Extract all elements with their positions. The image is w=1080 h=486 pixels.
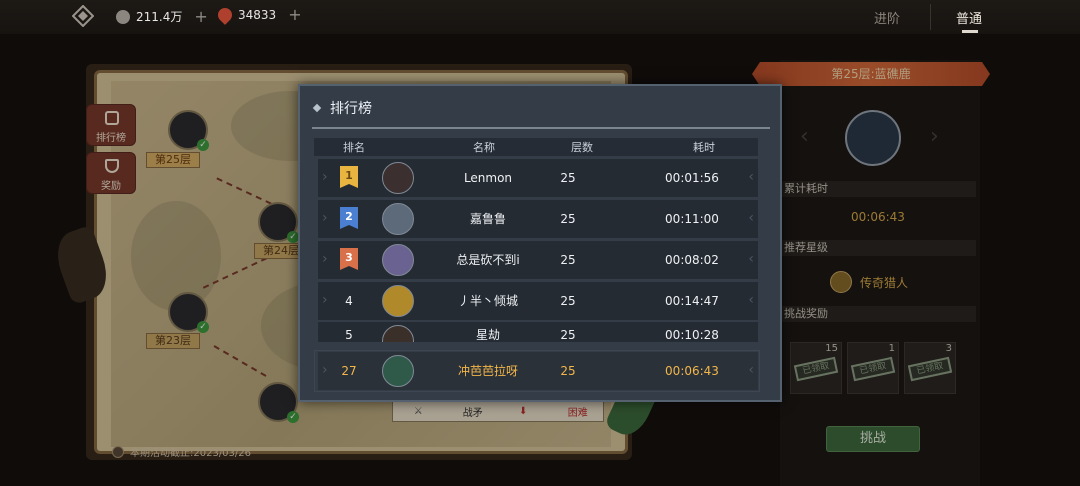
coin-icon [116,9,130,24]
blood-value: 34833 [238,8,277,22]
player-avatar [382,285,414,317]
row-scroll-clip: 5 星劫 25 00:10:28 [318,322,758,342]
diamond-bullet-icon [312,103,322,113]
row-left-chevron-icon: › [322,169,328,185]
col-header-floor: 层数 [571,141,593,154]
modal-title-text: 排行榜 [330,101,372,117]
player-time: 00:10:28 [665,328,719,342]
top-bar: 211.4万 + 34833 + 进阶 普通 [0,0,1080,34]
self-name: 冲芭芭拉呀 [457,364,518,378]
player-name: 总是砍不到i [456,253,520,267]
player-avatar [382,162,414,194]
row-right-chevron-icon: ‹ [748,251,754,267]
player-time: 00:01:56 [665,171,719,185]
table-header: 排名 名称 层数 耗时 [314,138,758,156]
player-rank: 4 [345,294,353,308]
self-floor: 25 [560,364,576,378]
player-rank: 5 [345,328,353,342]
table-row[interactable]: › 2 嘉鲁鲁 25 00:11:00 ‹ [318,200,758,238]
self-rank: 27 [341,364,357,378]
player-floor: 25 [560,328,576,342]
modal-title: 排行榜 [312,98,372,118]
row-left-chevron-icon: › [322,210,328,226]
table-row[interactable]: › 3 总是砍不到i 25 00:08:02 ‹ [318,241,758,279]
leaderboard-modal: 排行榜 排名 名称 层数 耗时 › 1 Lenmon 25 00:01:56 ‹… [298,84,782,402]
player-avatar [382,325,414,342]
rank-medal: 1 [340,166,358,188]
row-left-chevron-icon: › [322,292,328,308]
player-avatar [382,244,414,276]
back-logo-icon[interactable] [72,5,94,27]
col-header-time: 耗时 [693,141,715,154]
col-header-rank: 排名 [343,141,365,154]
self-rank-row[interactable]: › 27 冲芭芭拉呀 25 00:06:43 ‹ [318,352,758,390]
table-row[interactable]: 5 星劫 25 00:10:28 [318,322,758,342]
player-time: 00:11:00 [665,212,719,226]
row-right-chevron-icon: ‹ [748,362,754,378]
self-avatar [382,355,414,387]
player-name: 星劫 [475,328,500,342]
coin-value: 211.4万 [136,10,183,24]
player-floor: 25 [560,171,576,185]
row-right-chevron-icon: ‹ [748,292,754,308]
row-left-chevron-icon: › [322,362,328,378]
active-tab-indicator [962,30,978,33]
tab-normal[interactable]: 普通 [956,8,982,27]
table-row[interactable]: › 4 丿半丶倾城 25 00:14:47 ‹ [318,282,758,320]
blood-add-button[interactable]: + [288,7,301,23]
player-time: 00:08:02 [665,253,719,267]
player-floor: 25 [560,253,576,267]
player-name: 丿半丶倾城 [457,294,518,308]
self-time: 00:06:43 [665,364,719,378]
rank-medal: 2 [340,207,358,229]
player-floor: 25 [560,212,576,226]
table-row[interactable]: › 1 Lenmon 25 00:01:56 ‹ [318,159,758,197]
rank-medal: 3 [340,248,358,270]
col-header-name: 名称 [473,141,495,154]
row-left-chevron-icon: › [322,251,328,267]
tab-divider [930,4,931,30]
coin-resource: 211.4万 + [116,8,208,25]
row-right-chevron-icon: ‹ [748,210,754,226]
player-avatar [382,203,414,235]
blood-resource: 34833 + [215,5,302,25]
coin-add-button[interactable]: + [194,8,207,24]
row-right-chevron-icon: ‹ [748,169,754,185]
tab-advanced[interactable]: 进阶 [874,8,900,27]
player-name: 嘉鲁鲁 [469,212,506,226]
player-floor: 25 [560,294,576,308]
player-name: Lenmon [463,171,513,185]
blood-drop-icon [215,5,235,25]
player-time: 00:14:47 [665,294,719,308]
title-divider [312,127,770,129]
